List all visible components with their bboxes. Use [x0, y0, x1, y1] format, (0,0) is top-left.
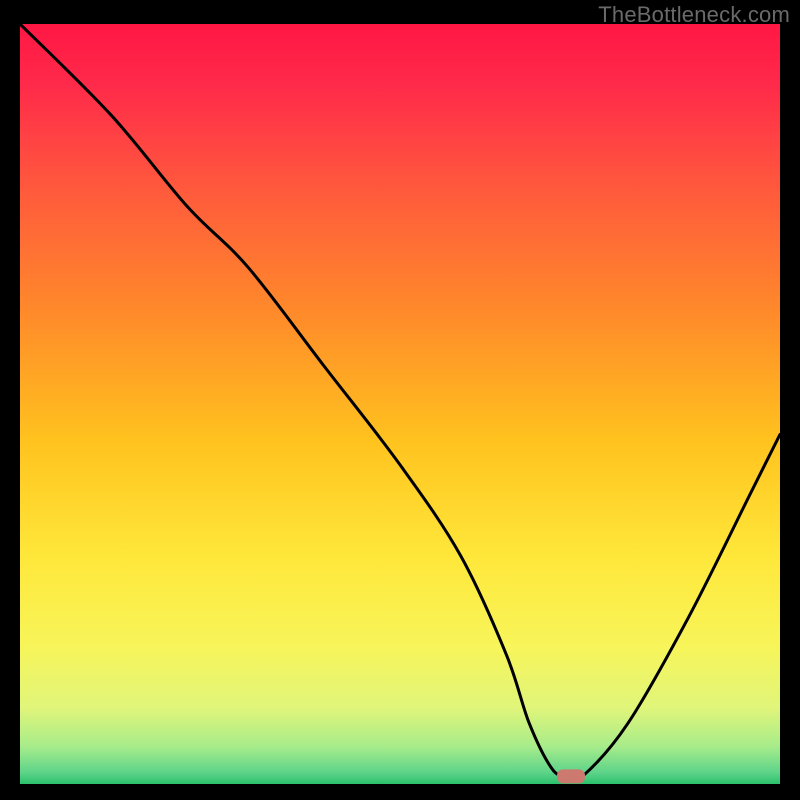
- gradient-background: [20, 24, 780, 784]
- chart-svg: [20, 24, 780, 784]
- chart-plot-area: [20, 24, 780, 784]
- highlight-marker: [557, 769, 585, 783]
- chart-frame: TheBottleneck.com: [0, 0, 800, 800]
